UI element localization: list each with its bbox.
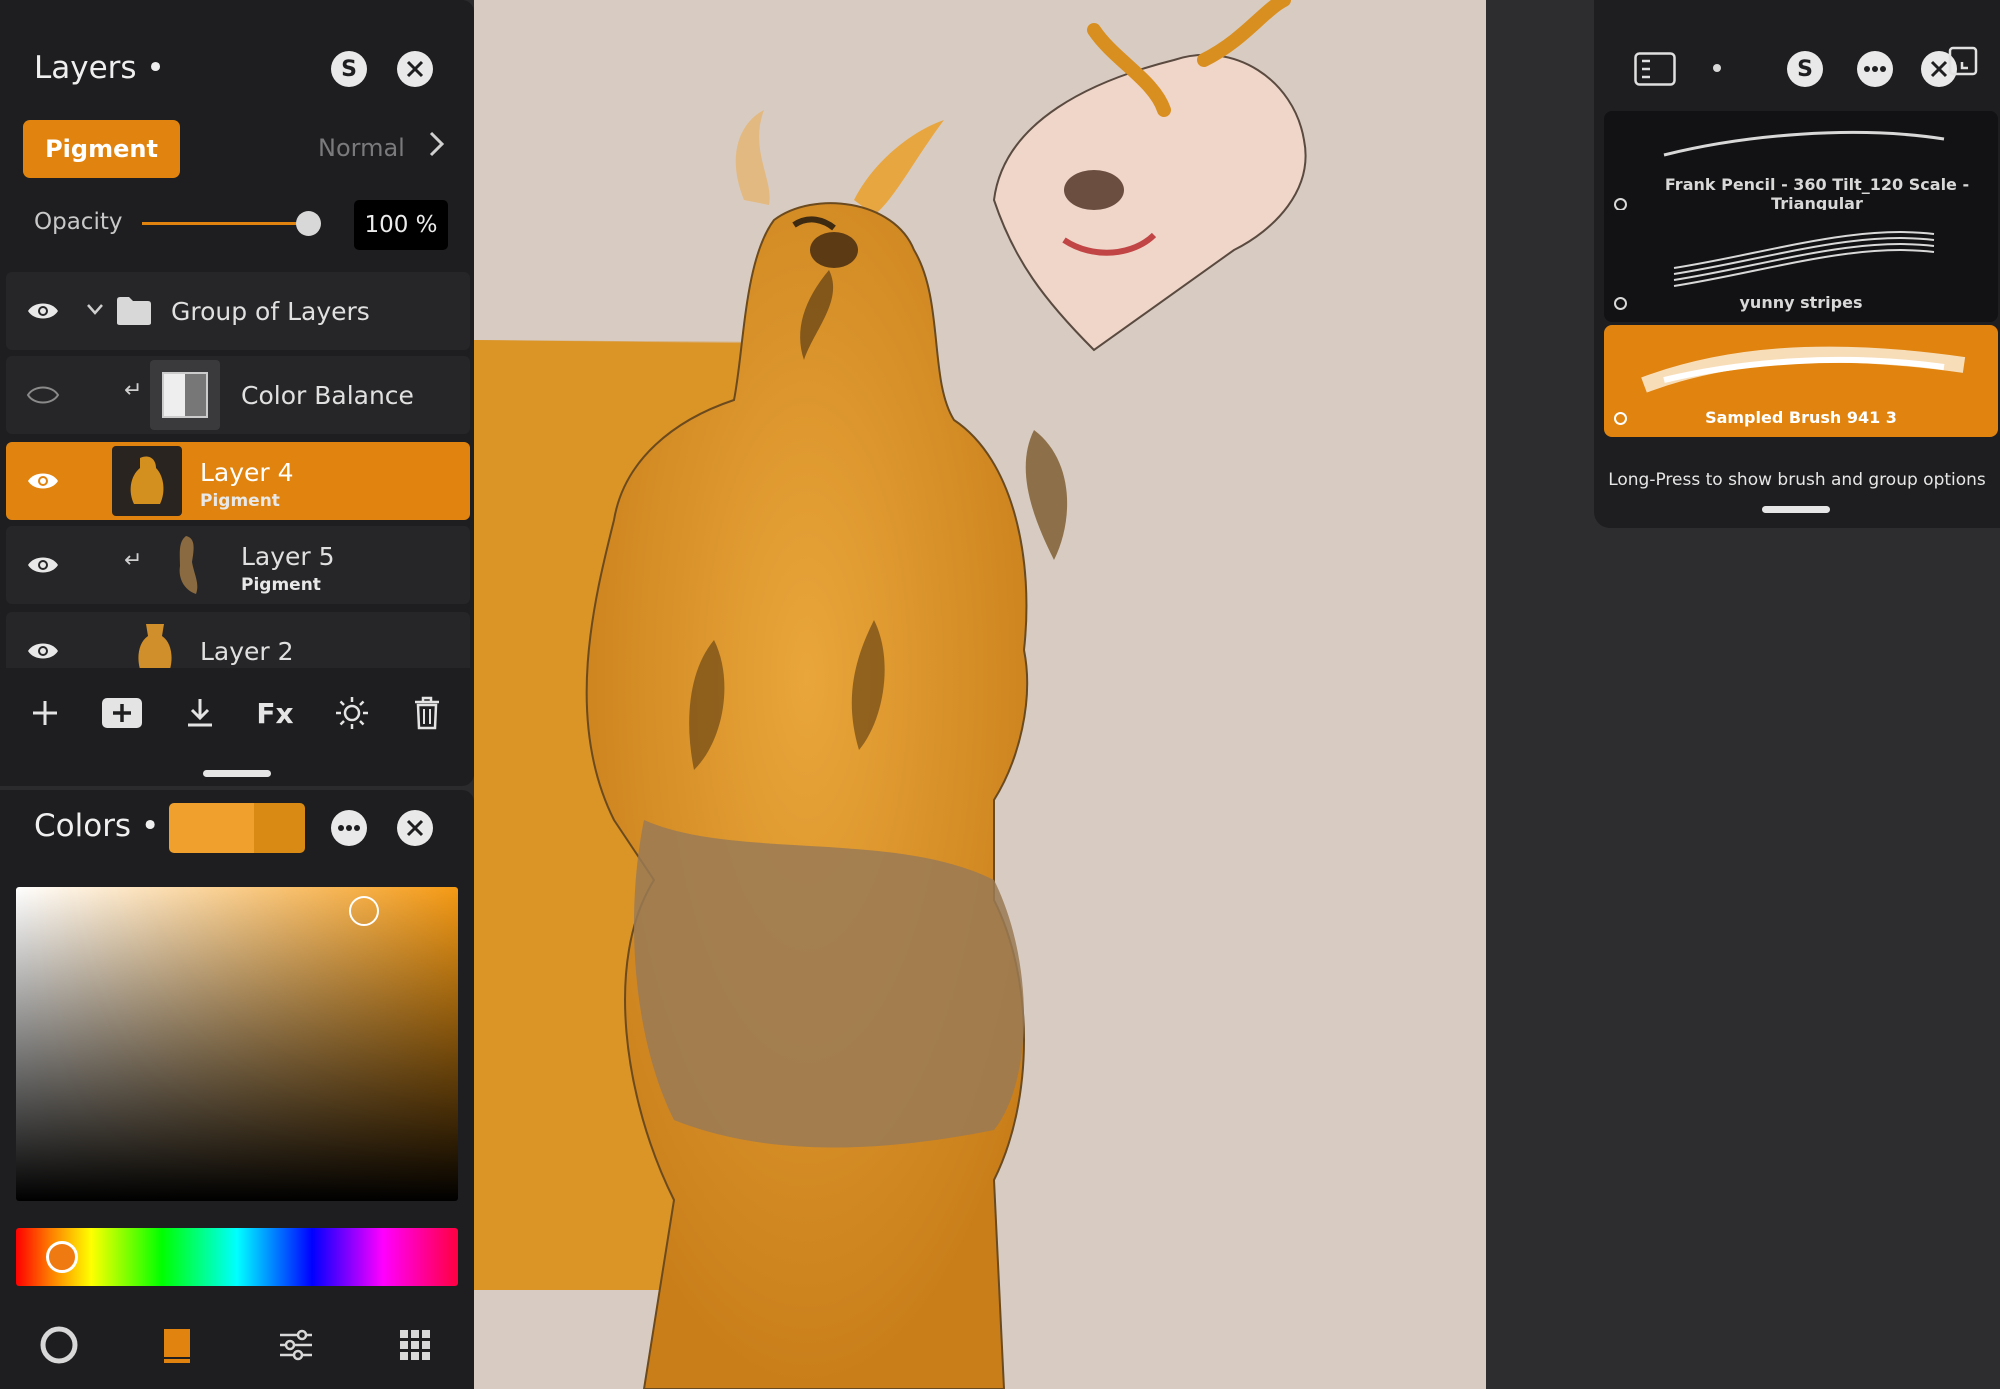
layer-list: Group of Layers ↵ Color Balance Layer 4 … bbox=[6, 272, 470, 668]
brush-stroke-preview bbox=[1673, 231, 1935, 287]
artwork bbox=[474, 0, 1307, 1389]
layer-row-layer-2[interactable]: Layer 2 bbox=[6, 612, 470, 668]
wheel-icon[interactable] bbox=[37, 1323, 81, 1367]
brush-name: Sampled Brush 941 3 bbox=[1705, 408, 1897, 427]
trash-icon[interactable] bbox=[402, 688, 452, 738]
layer-row-layer-5[interactable]: ↵ Layer 5 Pigment bbox=[6, 526, 470, 604]
brush-name: Frank Pencil - 360 Tilt_120 Scale - Tria… bbox=[1664, 175, 1970, 213]
more-icon bbox=[1864, 66, 1886, 72]
merge-down-icon[interactable] bbox=[175, 688, 225, 738]
brush-card-sampled-brush[interactable]: Sampled Brush 941 3 bbox=[1604, 325, 1998, 437]
layer-blend-label: Pigment bbox=[241, 575, 321, 595]
eye-icon[interactable] bbox=[26, 298, 60, 324]
status-dot bbox=[1713, 64, 1721, 72]
brush-drag-handle[interactable] bbox=[1762, 506, 1830, 513]
brush-hint-text: Long-Press to show brush and group optio… bbox=[1608, 470, 1986, 490]
saturation-value-picker[interactable] bbox=[16, 887, 458, 1201]
layer-name: Layer 4 bbox=[200, 458, 294, 487]
current-color-swatch[interactable] bbox=[169, 803, 305, 853]
secondary-color bbox=[254, 803, 305, 853]
brush-card-frank-pencil[interactable]: Frank Pencil - 360 Tilt_120 Scale - Tria… bbox=[1604, 111, 1998, 223]
eye-icon[interactable] bbox=[26, 552, 60, 578]
layers-title: Layers • bbox=[34, 50, 165, 86]
opacity-slider-knob[interactable] bbox=[296, 211, 321, 236]
color-balance-thumbnail bbox=[150, 360, 220, 430]
brush-name: yunny stripes bbox=[1739, 293, 1863, 312]
chevron-right-icon[interactable] bbox=[428, 130, 446, 166]
layer-row-group[interactable]: Group of Layers bbox=[6, 272, 470, 350]
blend-mode-label[interactable]: Normal bbox=[318, 134, 405, 162]
adjust-icon[interactable] bbox=[327, 688, 377, 738]
folder-icon bbox=[117, 297, 151, 325]
layer-name: Layer 5 bbox=[241, 542, 335, 571]
sv-picker-cursor[interactable] bbox=[349, 896, 379, 926]
layer-name: Group of Layers bbox=[171, 297, 370, 326]
layer-4-thumbnail bbox=[112, 446, 182, 516]
palette-grid-icon[interactable] bbox=[393, 1323, 437, 1367]
brush-stroke-preview bbox=[1641, 346, 1966, 393]
fx-button[interactable]: Fx bbox=[250, 688, 300, 738]
layers-s-button[interactable]: S bbox=[331, 51, 367, 87]
layer-row-color-balance[interactable]: ↵ Color Balance bbox=[6, 356, 470, 434]
brush-more-button[interactable] bbox=[1857, 51, 1893, 87]
opacity-value-field[interactable]: 100 % bbox=[354, 200, 448, 250]
layer-name: Color Balance bbox=[241, 381, 414, 410]
colors-title: Colors • bbox=[34, 808, 160, 844]
more-icon bbox=[338, 825, 360, 831]
eye-icon[interactable] bbox=[26, 638, 60, 664]
brush-sidebar-toggle-icon[interactable] bbox=[1634, 52, 1676, 90]
layer-name: Layer 2 bbox=[200, 637, 294, 666]
primary-color bbox=[169, 803, 254, 853]
add-icon[interactable] bbox=[20, 688, 70, 738]
layer-toolbar: Fx bbox=[0, 688, 474, 738]
layers-close-button[interactable] bbox=[397, 51, 433, 87]
chevron-down-icon[interactable] bbox=[86, 303, 104, 317]
hue-slider[interactable] bbox=[16, 1228, 458, 1286]
close-icon bbox=[406, 60, 424, 78]
layer-blend-label: Pigment bbox=[200, 491, 280, 511]
sliders-icon[interactable] bbox=[274, 1323, 318, 1367]
add-group-icon[interactable] bbox=[97, 688, 147, 738]
brush-stroke-preview bbox=[1663, 131, 1945, 157]
eye-icon[interactable] bbox=[26, 468, 60, 494]
pigment-button[interactable]: Pigment bbox=[23, 120, 180, 178]
layer-row-layer-4[interactable]: Layer 4 Pigment bbox=[6, 442, 470, 520]
hue-slider-cursor[interactable] bbox=[46, 1241, 78, 1273]
close-icon bbox=[406, 819, 424, 837]
brush-card-yunny-stripes[interactable]: yunny stripes bbox=[1604, 210, 1998, 322]
brush-s-button[interactable]: S bbox=[1787, 51, 1823, 87]
brush-panel: S Frank Pencil - 360 Tilt_120 Scale - Tr… bbox=[1594, 0, 2000, 528]
clip-arrow-icon: ↵ bbox=[124, 548, 143, 573]
layers-drag-handle[interactable] bbox=[203, 770, 271, 777]
drawing-canvas[interactable] bbox=[474, 0, 1486, 1389]
opacity-label: Opacity bbox=[34, 209, 123, 235]
opacity-slider-track[interactable] bbox=[142, 222, 308, 225]
clip-arrow-icon: ↵ bbox=[124, 378, 143, 403]
colors-close-button[interactable] bbox=[397, 810, 433, 846]
eye-hidden-icon[interactable] bbox=[26, 382, 60, 408]
layers-panel: Layers • S Pigment Normal Opacity 100 % … bbox=[0, 0, 474, 786]
colors-more-button[interactable] bbox=[331, 810, 367, 846]
swatch-icon[interactable] bbox=[155, 1323, 199, 1367]
layer-5-thumbnail bbox=[156, 530, 226, 600]
undock-icon[interactable] bbox=[1942, 46, 1978, 86]
layer-2-thumbnail bbox=[120, 616, 190, 668]
